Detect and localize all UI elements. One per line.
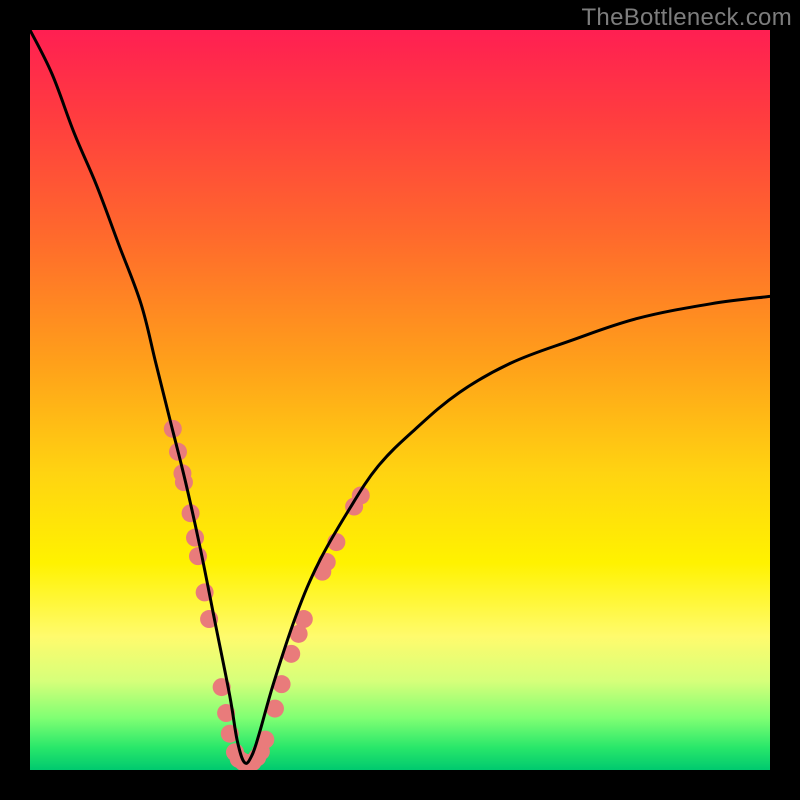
marker-dot	[186, 529, 204, 547]
watermark-text: TheBottleneck.com	[581, 4, 792, 32]
chart-frame: TheBottleneck.com	[0, 0, 800, 800]
plot-area	[30, 30, 770, 770]
chart-svg	[30, 30, 770, 770]
marker-dots-group	[164, 420, 370, 770]
bottleneck-curve	[30, 30, 770, 763]
